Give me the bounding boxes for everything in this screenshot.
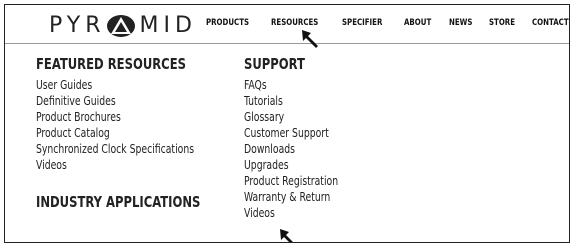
nav-specifier[interactable]: SPECIFIER — [342, 18, 382, 28]
support-item-glossary[interactable]: Glossary — [244, 109, 338, 125]
logo-text-prefix: PYR — [49, 13, 106, 38]
support-item-warranty-return[interactable]: Warranty & Return — [244, 189, 338, 205]
support-list: FAQs Tutorials Glossary Customer Support… — [244, 77, 353, 221]
arrow-cursor-icon — [280, 229, 293, 242]
nav-contact[interactable]: CONTACT — [532, 18, 569, 28]
featured-item-clock-specs[interactable]: Synchronized Clock Specifications — [36, 141, 200, 157]
support-item-upgrades[interactable]: Upgrades — [244, 157, 338, 173]
support-heading[interactable]: SUPPORT — [244, 55, 338, 73]
logo-text-suffix: MID — [139, 13, 197, 38]
support-item-faqs[interactable]: FAQs — [244, 77, 338, 93]
featured-item-product-brochures[interactable]: Product Brochures — [36, 109, 200, 125]
mega-menu-screenshot: PYR MID PRODUCTS RESOURCES SPECIFIER ABO… — [4, 4, 570, 243]
support-item-videos[interactable]: Videos — [244, 205, 338, 221]
nav-about[interactable]: ABOUT — [404, 18, 431, 28]
support-item-product-registration[interactable]: Product Registration — [244, 173, 338, 189]
nav-news[interactable]: NEWS — [449, 18, 472, 28]
featured-item-user-guides[interactable]: User Guides — [36, 77, 200, 93]
triangle-logo-icon — [106, 15, 135, 37]
main-nav: PRODUCTS RESOURCES SPECIFIER ABOUT NEWS … — [206, 18, 569, 28]
featured-item-product-catalog[interactable]: Product Catalog — [36, 125, 200, 141]
featured-item-definitive-guides[interactable]: Definitive Guides — [36, 93, 200, 109]
industry-applications-heading[interactable]: INDUSTRY APPLICATIONS — [36, 193, 200, 211]
featured-resources-heading[interactable]: FEATURED RESOURCES — [36, 55, 200, 73]
support-item-downloads[interactable]: Downloads — [244, 141, 338, 157]
featured-resources-list: User Guides Definitive Guides Product Br… — [36, 77, 227, 173]
site-header: PYR MID PRODUCTS RESOURCES SPECIFIER ABO… — [5, 5, 569, 44]
support-column: SUPPORT FAQs Tutorials Glossary Customer… — [244, 55, 353, 221]
arrow-cursor-icon — [302, 30, 318, 48]
support-item-customer-support[interactable]: Customer Support — [244, 125, 338, 141]
support-item-tutorials[interactable]: Tutorials — [244, 93, 338, 109]
nav-store[interactable]: STORE — [489, 18, 515, 28]
featured-item-videos[interactable]: Videos — [36, 157, 200, 173]
featured-resources-column: FEATURED RESOURCES User Guides Definitiv… — [36, 55, 227, 215]
nav-resources[interactable]: RESOURCES — [271, 18, 318, 28]
nav-products[interactable]: PRODUCTS — [206, 18, 249, 28]
pyramid-logo[interactable]: PYR MID — [49, 13, 197, 39]
